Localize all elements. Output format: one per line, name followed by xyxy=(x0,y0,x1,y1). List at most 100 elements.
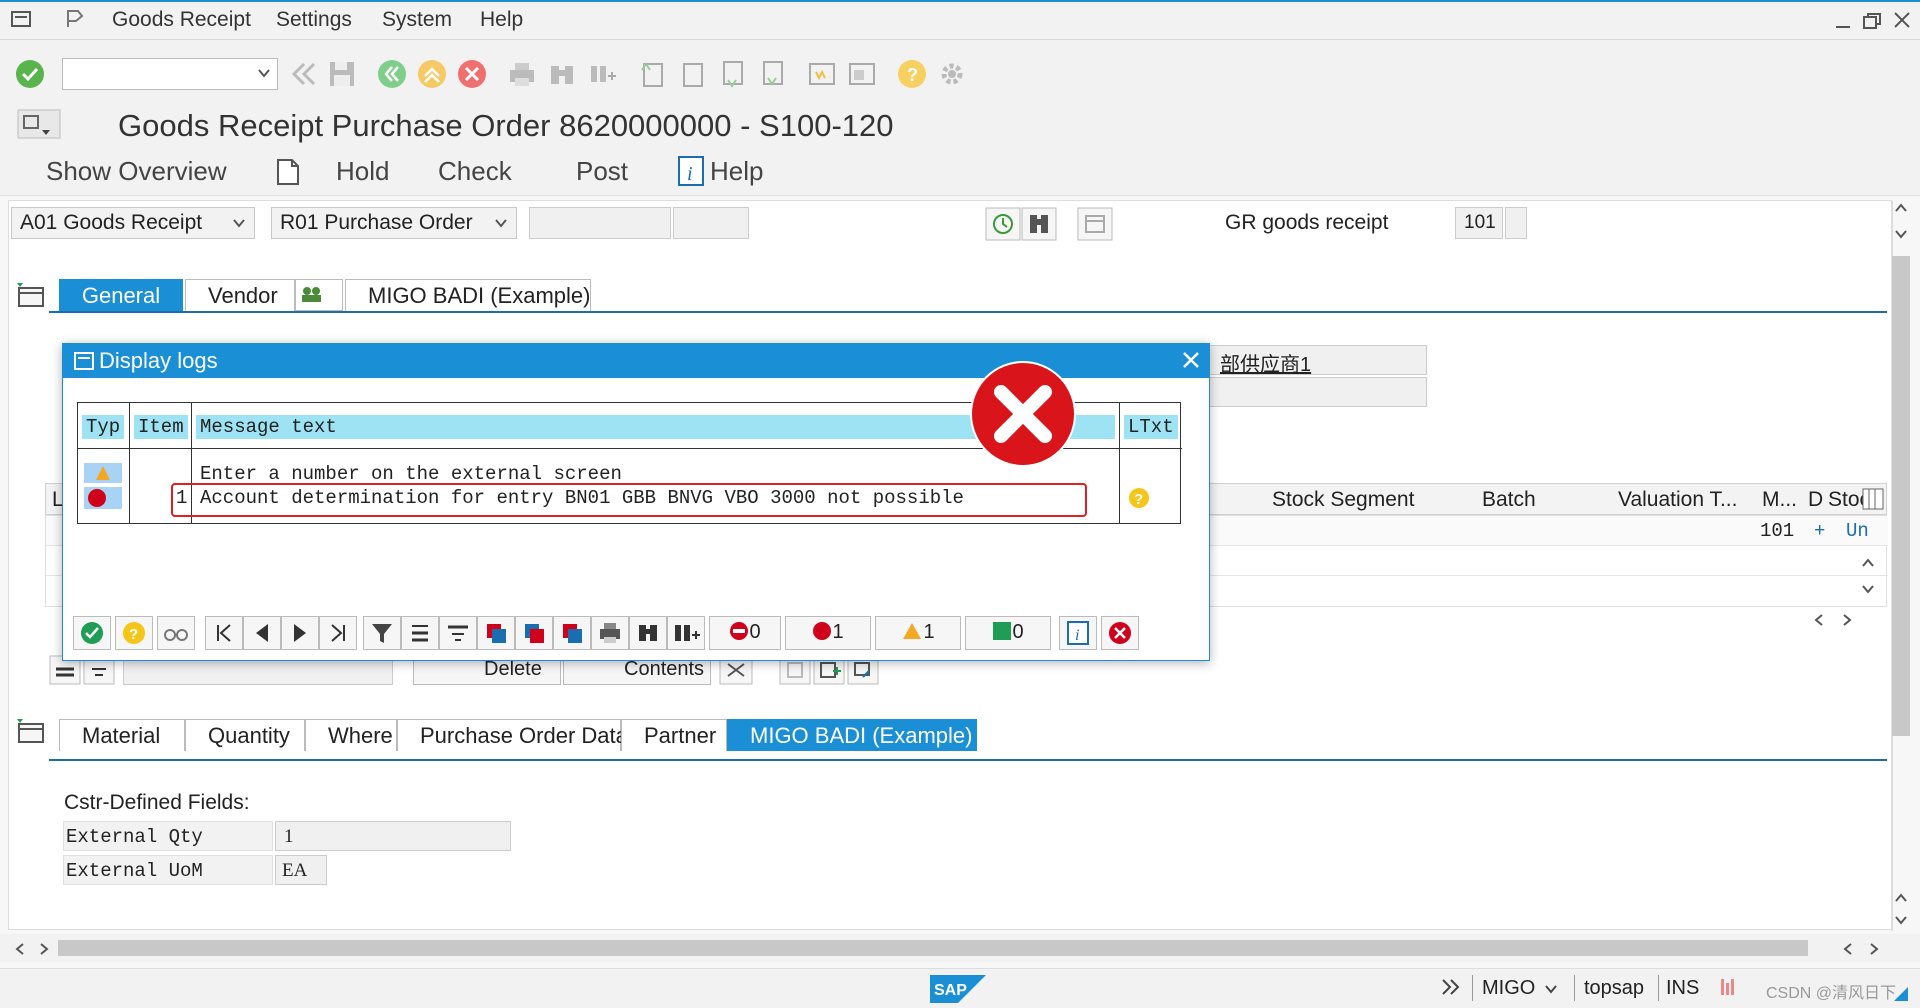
tab-migo-badi[interactable]: MIGO BADI (Example) xyxy=(345,279,591,311)
scroll-down-icon[interactable] xyxy=(1894,914,1908,926)
scroll-up-icon[interactable] xyxy=(1894,202,1908,214)
first-page-icon[interactable] xyxy=(636,58,670,92)
po-item-field[interactable] xyxy=(673,207,749,239)
export-icon[interactable] xyxy=(477,616,515,650)
grid-scroll-left-icon[interactable] xyxy=(1813,613,1825,627)
scroll-up-bottom-icon[interactable] xyxy=(1894,892,1908,904)
horizontal-scrollbar-thumb[interactable] xyxy=(58,940,1808,956)
menu-toggle-icon[interactable] xyxy=(16,108,62,140)
restore-icon[interactable] xyxy=(1862,12,1882,30)
reference-dropdown[interactable]: R01 Purchase Order xyxy=(271,207,517,239)
action-dropdown[interactable]: A01 Goods Receipt xyxy=(11,207,255,239)
transaction-code[interactable]: MIGO xyxy=(1482,977,1535,1000)
back-green-icon[interactable] xyxy=(376,58,410,92)
success-count-button[interactable]: 0 xyxy=(965,616,1051,650)
expand-status-icon[interactable] xyxy=(1440,977,1462,997)
col-stock-segment[interactable]: Stock Segment xyxy=(1272,488,1414,512)
settings-icon[interactable] xyxy=(936,58,970,92)
next-page-icon[interactable] xyxy=(716,58,750,92)
menu-goods-receipt[interactable]: Goods Receipt xyxy=(112,8,251,32)
col-ltxt[interactable]: LTxt xyxy=(1120,403,1182,449)
help-button[interactable]: Help xyxy=(710,156,763,187)
sort-ascending-icon[interactable] xyxy=(401,616,439,650)
tab-material[interactable]: Material xyxy=(59,719,185,751)
tab-where[interactable]: Where xyxy=(305,719,397,751)
help-icon[interactable]: ? xyxy=(115,616,153,650)
collapse-header-icon[interactable] xyxy=(15,281,49,311)
prev-page-icon[interactable] xyxy=(676,58,710,92)
filter-icon[interactable] xyxy=(363,616,401,650)
resize-grip-icon[interactable] xyxy=(1892,985,1910,1003)
close-dialog-icon[interactable] xyxy=(1181,350,1201,370)
tab-vendor[interactable]: Vendor xyxy=(185,279,295,311)
find-icon[interactable] xyxy=(629,616,667,650)
menu-settings[interactable]: Settings xyxy=(276,8,352,32)
col-m[interactable]: M... xyxy=(1762,488,1797,512)
scroll-down-top-icon[interactable] xyxy=(1894,228,1908,240)
tab-general[interactable]: General xyxy=(59,279,183,311)
grid-scroll-right-icon[interactable] xyxy=(1841,613,1853,627)
command-field[interactable] xyxy=(62,58,278,90)
tab-po-data[interactable]: Purchase Order Data xyxy=(397,719,628,751)
exit-icon[interactable] xyxy=(416,58,450,92)
scroll-right-end-icon[interactable] xyxy=(1868,942,1880,956)
col-batch[interactable]: Batch xyxy=(1482,488,1536,512)
back-arrows-icon[interactable] xyxy=(288,58,322,92)
info-icon[interactable]: i xyxy=(1059,616,1097,650)
export-3-icon[interactable] xyxy=(553,616,591,650)
col-d[interactable]: D xyxy=(1808,488,1823,512)
chevron-down-icon[interactable] xyxy=(1544,983,1558,995)
error-count-button[interactable]: 1 xyxy=(785,616,871,650)
ext-qty-field[interactable]: 1 xyxy=(275,821,511,851)
insert-mode[interactable]: INS xyxy=(1666,977,1699,1000)
chevron-down-icon[interactable] xyxy=(257,67,271,79)
last-page-icon[interactable] xyxy=(756,58,790,92)
movement-type-field[interactable]: 101 xyxy=(1455,207,1503,239)
post-button[interactable]: Post xyxy=(576,156,628,187)
find-icon[interactable] xyxy=(546,58,580,92)
new-session-icon[interactable] xyxy=(806,58,840,92)
column-settings-icon[interactable] xyxy=(1862,488,1884,510)
collapse-detail-icon[interactable] xyxy=(15,717,49,747)
cancel-icon[interactable] xyxy=(1101,616,1139,650)
shortcut-icon[interactable] xyxy=(846,58,880,92)
tab-quantity[interactable]: Quantity xyxy=(185,719,305,751)
continue-icon[interactable] xyxy=(73,616,111,650)
col-valuation[interactable]: Valuation T... xyxy=(1618,488,1737,512)
find-next-icon[interactable] xyxy=(667,616,705,650)
long-text-icon[interactable]: ? xyxy=(1128,487,1150,509)
stop-count-button[interactable]: 0 xyxy=(709,616,781,650)
check-button[interactable]: Check xyxy=(438,156,512,187)
close-window-icon[interactable] xyxy=(1892,10,1912,30)
find-next-icon[interactable] xyxy=(586,58,620,92)
help-icon[interactable]: ? xyxy=(896,58,930,92)
binoculars-icon[interactable] xyxy=(1021,207,1057,241)
show-overview-button[interactable]: Show Overview xyxy=(46,156,227,187)
po-number-field[interactable] xyxy=(529,207,671,239)
tab-partner[interactable]: Partner xyxy=(621,719,727,751)
enter-icon[interactable] xyxy=(14,58,48,92)
export-2-icon[interactable] xyxy=(515,616,553,650)
col-typ[interactable]: Typ xyxy=(78,403,130,449)
info-icon[interactable]: i xyxy=(678,156,704,186)
hold-button[interactable]: Hold xyxy=(336,156,389,187)
scroll-right-icon[interactable] xyxy=(38,942,50,956)
grid-scroll-down-icon[interactable] xyxy=(1861,583,1875,595)
tab-migo-badi-detail[interactable]: MIGO BADI (Example) xyxy=(727,719,977,751)
menu-icon[interactable] xyxy=(10,8,32,30)
scroll-left-icon[interactable] xyxy=(14,942,26,956)
vertical-scrollbar-thumb[interactable] xyxy=(1892,256,1910,736)
next-icon[interactable] xyxy=(281,616,319,650)
grid-scroll-up-icon[interactable] xyxy=(1861,557,1875,569)
scroll-left-end-icon[interactable] xyxy=(1842,942,1854,956)
menu-help[interactable]: Help xyxy=(480,8,523,32)
cancel-icon[interactable] xyxy=(456,58,490,92)
last-icon[interactable] xyxy=(319,616,357,650)
vendor-partner-icon[interactable] xyxy=(295,279,343,311)
execute-icon[interactable] xyxy=(985,207,1021,241)
minimize-icon[interactable] xyxy=(1834,12,1852,30)
warning-count-button[interactable]: 1 xyxy=(875,616,961,650)
document-icon[interactable] xyxy=(276,158,300,186)
save-icon[interactable] xyxy=(326,58,360,92)
sort-descending-icon[interactable] xyxy=(439,616,477,650)
